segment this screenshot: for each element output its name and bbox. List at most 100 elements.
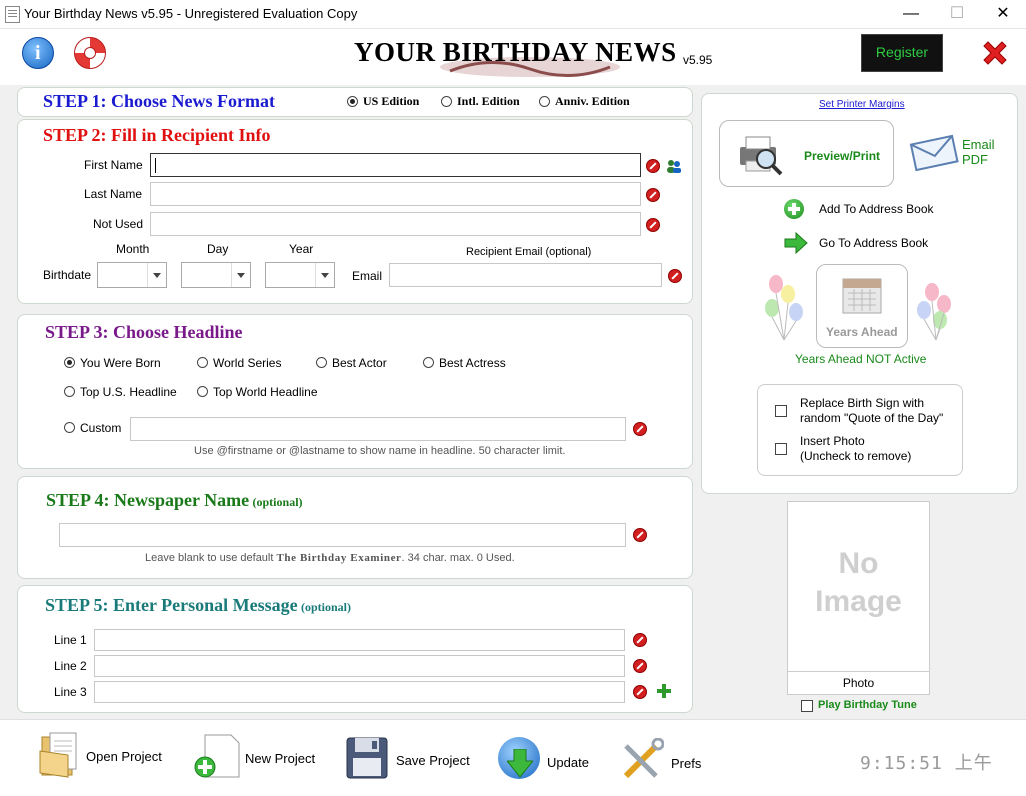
step2-panel: STEP 2: Fill in Recipient Info First Nam… — [17, 119, 693, 304]
prefs-button[interactable]: Prefs — [671, 756, 701, 771]
open-folder-icon[interactable] — [38, 731, 82, 779]
play-tune-checkbox[interactable] — [801, 700, 813, 712]
message-line2-input[interactable] — [94, 655, 625, 677]
clear-email-icon[interactable] — [668, 269, 682, 283]
arrow-right-icon[interactable] — [784, 232, 808, 254]
email-input[interactable] — [389, 263, 662, 287]
year-label: Year — [289, 242, 314, 256]
email-pdf-line1: Email — [962, 137, 995, 152]
month-select[interactable] — [97, 262, 167, 288]
tools-icon[interactable] — [620, 738, 664, 782]
photo-frame[interactable]: No Image Photo — [787, 501, 930, 695]
clear-newspaper-name-icon[interactable] — [633, 528, 647, 542]
close-window-button[interactable]: ✕ — [980, 0, 1026, 28]
insert-photo-label: Insert Photo (Uncheck to remove) — [800, 434, 911, 464]
open-project-button[interactable]: Open Project — [86, 749, 162, 764]
email-label: Email — [352, 269, 383, 283]
clear-line2-icon[interactable] — [633, 659, 647, 673]
newspaper-name-input[interactable] — [59, 523, 626, 547]
maximize-button[interactable]: ☐ — [934, 0, 980, 28]
clear-not-used-icon[interactable] — [646, 218, 660, 232]
years-ahead-button[interactable]: Years Ahead — [816, 264, 908, 348]
email-pdf-line2: PDF — [962, 152, 988, 167]
day-select[interactable] — [181, 262, 251, 288]
email-pdf-label[interactable]: Email PDF — [962, 137, 995, 167]
step4-optional: (optional) — [252, 495, 303, 509]
save-project-button[interactable]: Save Project — [396, 753, 470, 768]
radio-best-actress[interactable] — [423, 357, 434, 368]
help-lifebuoy-icon[interactable] — [74, 37, 106, 69]
preview-print-button[interactable]: Preview/Print — [719, 120, 894, 187]
radio-top-world-headline[interactable] — [197, 386, 208, 397]
go-to-address-book-label[interactable]: Go To Address Book — [819, 236, 928, 250]
balloons-left-icon — [765, 275, 803, 341]
line1-label: Line 1 — [54, 633, 87, 647]
first-name-input[interactable] — [150, 153, 641, 177]
clear-line1-icon[interactable] — [633, 633, 647, 647]
new-project-button[interactable]: New Project — [245, 751, 315, 766]
last-name-input[interactable] — [150, 182, 641, 206]
first-name-label: First Name — [84, 158, 143, 172]
not-used-input[interactable] — [150, 212, 641, 236]
message-line3-input[interactable] — [94, 681, 625, 703]
radio-anniv-edition[interactable] — [539, 96, 550, 107]
register-button[interactable]: Register — [861, 34, 943, 72]
clear-custom-headline-icon[interactable] — [633, 422, 647, 436]
options-box: Replace Birth Sign with random "Quote of… — [757, 384, 963, 476]
step3-panel: STEP 3: Choose Headline You Were Born Wo… — [17, 314, 693, 469]
radio-intl-edition[interactable] — [441, 96, 452, 107]
month-label: Month — [116, 242, 150, 256]
new-document-icon[interactable] — [193, 733, 241, 781]
year-select[interactable] — [265, 262, 335, 288]
years-ahead-label: Years Ahead — [826, 325, 898, 339]
preview-print-label: Preview/Print — [804, 149, 881, 163]
custom-headline-input[interactable] — [130, 417, 626, 441]
intl-edition-label: Intl. Edition — [457, 94, 520, 108]
birthdate-label: Birthdate — [43, 268, 92, 282]
best-actress-label: Best Actress — [439, 356, 506, 370]
add-address-icon[interactable] — [784, 199, 804, 219]
chevron-down-icon — [231, 263, 250, 287]
no-image-line1: No — [838, 547, 879, 580]
clear-last-name-icon[interactable] — [646, 188, 660, 202]
right-panel: Set Printer Margins Preview/Print Email … — [701, 93, 1018, 494]
clear-line3-icon[interactable] — [633, 685, 647, 699]
last-name-label: Last Name — [84, 187, 143, 201]
radio-world-series[interactable] — [197, 357, 208, 368]
step1-panel: STEP 1: Choose News Format US Edition In… — [17, 87, 693, 117]
newspaper-hint-pre: Leave blank to use default — [145, 552, 277, 564]
info-icon[interactable]: i — [22, 37, 54, 69]
world-series-label: World Series — [213, 356, 282, 370]
step5-optional: (optional) — [301, 600, 352, 614]
add-line-icon[interactable] — [656, 683, 672, 699]
not-used-label: Not Used — [93, 217, 144, 231]
add-to-address-book-label[interactable]: Add To Address Book — [819, 202, 934, 216]
update-globe-icon[interactable] — [498, 737, 540, 779]
set-printer-margins-link[interactable]: Set Printer Margins — [819, 99, 905, 110]
exit-icon[interactable] — [980, 38, 1010, 68]
radio-top-us-headline[interactable] — [64, 386, 75, 397]
radio-you-were-born[interactable] — [64, 357, 75, 368]
step5-panel: STEP 5: Enter Personal Message (optional… — [17, 585, 693, 713]
step3-title: STEP 3: Choose Headline — [45, 322, 243, 342]
radio-us-edition[interactable] — [347, 96, 358, 107]
you-were-born-label: You Were Born — [80, 356, 161, 370]
best-actor-label: Best Actor — [332, 356, 387, 370]
newspaper-hint-name: The Birthday Examiner — [276, 552, 402, 564]
line2-label: Line 2 — [54, 659, 87, 673]
replace-sign-line2: random "Quote of the Day" — [800, 411, 944, 425]
radio-custom[interactable] — [64, 422, 75, 433]
minimize-button[interactable]: — — [888, 0, 934, 28]
replace-sign-label: Replace Birth Sign with random "Quote of… — [800, 396, 943, 426]
email-envelope-icon[interactable] — [909, 132, 959, 172]
radio-best-actor[interactable] — [316, 357, 327, 368]
insert-photo-line1: Insert Photo — [800, 434, 865, 448]
replace-sign-checkbox[interactable] — [775, 405, 787, 417]
update-button[interactable]: Update — [547, 755, 589, 770]
users-icon[interactable] — [666, 158, 682, 174]
app-icon — [5, 6, 20, 23]
floppy-disk-icon[interactable] — [345, 736, 389, 780]
clear-first-name-icon[interactable] — [646, 159, 660, 173]
insert-photo-checkbox[interactable] — [775, 443, 787, 455]
message-line1-input[interactable] — [94, 629, 625, 651]
